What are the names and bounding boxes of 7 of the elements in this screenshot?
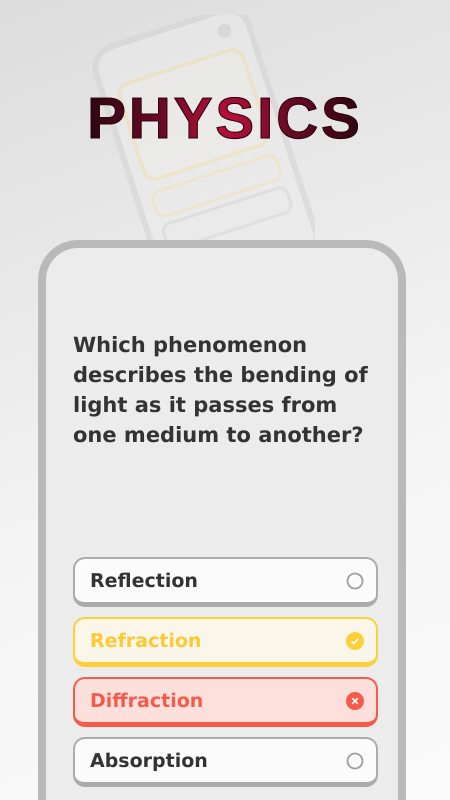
- answer-option[interactable]: Absorption: [73, 737, 378, 787]
- question-text: Which phenomenon describes the bending of light as it passes from one medium to another?: [73, 332, 369, 449]
- radio-icon: [346, 752, 364, 770]
- check-icon: [346, 632, 364, 650]
- answer-option[interactable]: Reflection: [73, 557, 378, 607]
- radio-icon: [346, 572, 364, 590]
- cross-icon: [346, 692, 364, 710]
